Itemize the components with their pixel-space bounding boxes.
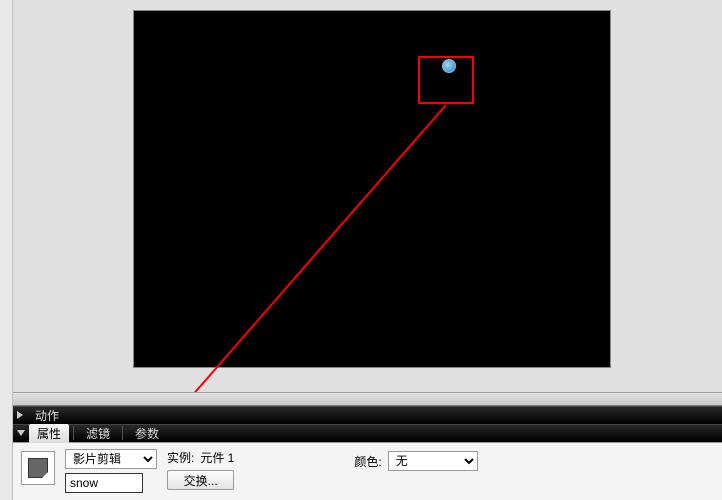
- instance-title-label: 实例:: [167, 449, 194, 466]
- tab-params[interactable]: 参数: [127, 424, 167, 443]
- bottom-panels: 动作 属性 滤镜 参数 影片剪辑 实例: 元件 1 交换... 颜色:: [13, 406, 722, 500]
- properties-panel-body: 影片剪辑 实例: 元件 1 交换... 颜色: 无: [13, 442, 722, 500]
- actions-panel-label: 动作: [27, 406, 67, 425]
- instance-label-group: 实例: 元件 1: [167, 449, 234, 466]
- expand-icon: [17, 411, 23, 419]
- stage-canvas[interactable]: [133, 10, 611, 368]
- tab-filters[interactable]: 滤镜: [78, 424, 118, 443]
- swap-button[interactable]: 交换...: [167, 470, 234, 490]
- tab-separator: [73, 426, 74, 440]
- stage-area: [13, 0, 722, 392]
- color-select[interactable]: 无: [388, 451, 478, 471]
- instance-column: 实例: 元件 1 交换...: [167, 449, 234, 490]
- left-gutter: [0, 0, 13, 500]
- color-column: 颜色: 无: [354, 449, 477, 471]
- actions-panel-header[interactable]: 动作: [13, 406, 722, 424]
- instance-value-label: 元件 1: [200, 449, 234, 466]
- color-group: 颜色: 无: [354, 451, 477, 471]
- color-label: 颜色:: [354, 453, 381, 470]
- properties-panel-header: 属性 滤镜 参数: [13, 424, 722, 442]
- expand-down-icon: [17, 430, 25, 436]
- symbol-type-icon: [21, 451, 55, 485]
- type-column: 影片剪辑: [65, 449, 157, 493]
- symbol-instance[interactable]: [442, 59, 456, 73]
- stage-divider: [13, 392, 722, 406]
- tab-separator: [122, 426, 123, 440]
- symbol-type-select[interactable]: 影片剪辑: [65, 449, 157, 469]
- instance-name-input[interactable]: [65, 473, 143, 493]
- tab-properties[interactable]: 属性: [29, 424, 69, 443]
